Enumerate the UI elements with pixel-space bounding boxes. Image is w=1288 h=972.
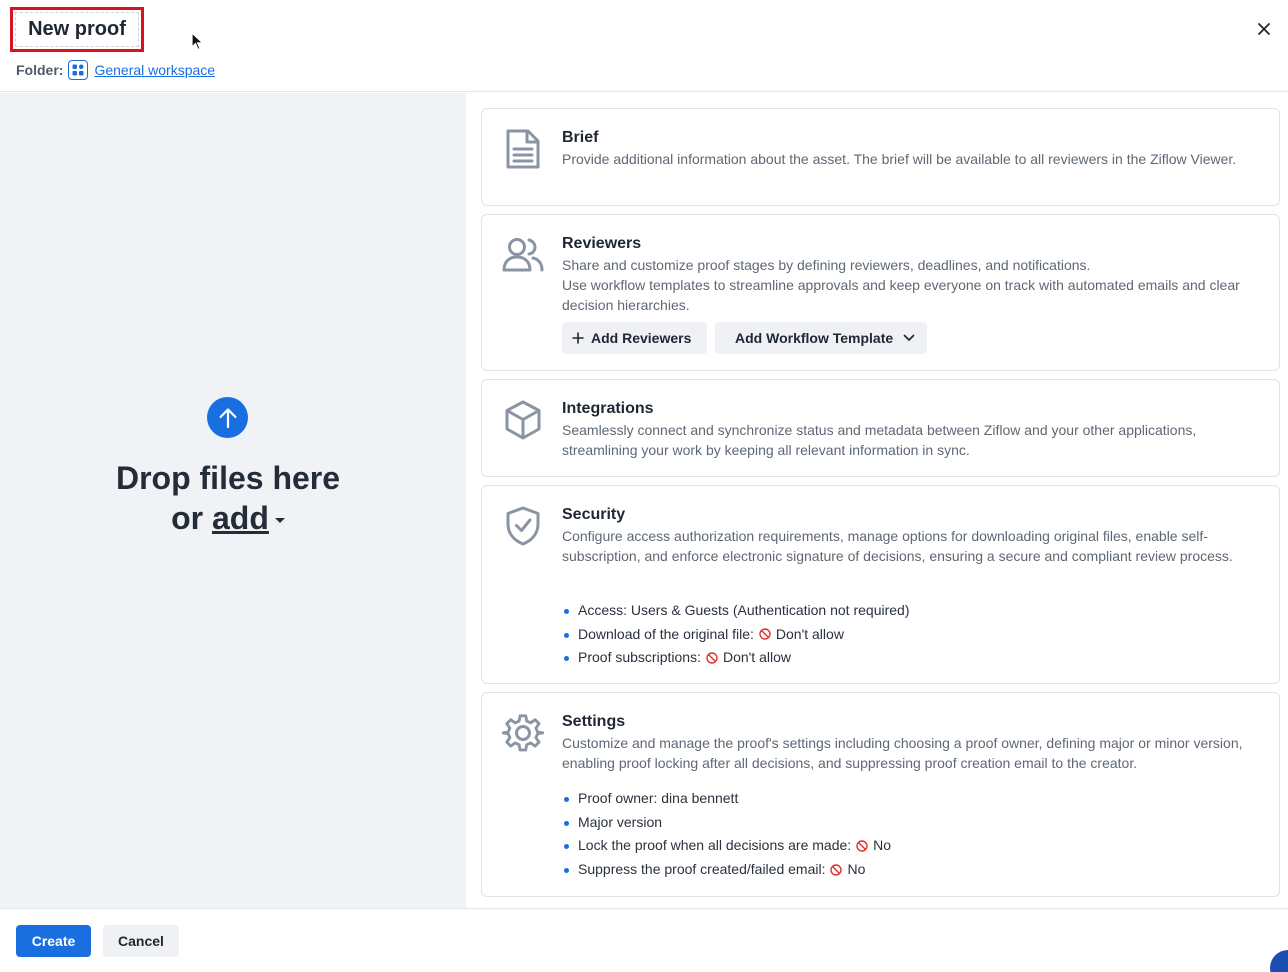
security-access-text: Access: Users & Guests (Authentication n… [578, 602, 910, 618]
list-item: Download of the original file: Don't allo… [562, 623, 909, 647]
title-highlight-box: New proof [10, 7, 144, 52]
settings-card[interactable]: Settings Customize and manage the proof'… [481, 692, 1280, 897]
add-files-link[interactable]: add [212, 500, 269, 536]
drop-or-text: or [171, 500, 212, 536]
integrations-title: Integrations [562, 400, 654, 417]
folder-link[interactable]: General workspace [94, 62, 215, 78]
drop-add-line: or add [0, 500, 456, 537]
security-download-label: Download of the original file: [578, 625, 754, 642]
settings-suppress-label: Suppress the proof created/failed email: [578, 860, 826, 877]
add-reviewers-button[interactable]: Add Reviewers [562, 322, 707, 354]
list-item: Major version [562, 811, 891, 835]
upload-button[interactable] [207, 397, 248, 438]
page-title: New proof [28, 18, 126, 40]
dialog-footer: Create Cancel [0, 908, 1288, 972]
list-item: Proof owner: dina bennett [562, 787, 891, 811]
settings-lock-value: No [873, 837, 892, 854]
prohibited-icon [856, 840, 868, 852]
security-description: Configure access authorization requireme… [562, 528, 1233, 564]
list-item: Proof subscriptions: Don't allow [562, 646, 909, 670]
create-button[interactable]: Create [16, 925, 91, 957]
settings-description: Customize and manage the proof's setting… [562, 735, 1243, 771]
close-button[interactable] [1253, 18, 1275, 40]
prohibited-icon [759, 628, 771, 641]
prohibited-icon [706, 652, 718, 664]
dialog-header: New proof Folder: General workspace [0, 0, 1288, 92]
add-reviewers-label: Add Reviewers [591, 330, 692, 346]
reviewers-description-1: Share and customize proof stages by defi… [562, 257, 1091, 273]
security-settings-list: Access: Users & Guests (Authentication n… [562, 599, 909, 670]
settings-list: Proof owner: dina bennett Major version … [562, 787, 891, 881]
reviewers-description-2: Use workflow templates to streamline app… [562, 277, 1240, 313]
brief-description: Provide additional information about the… [562, 151, 1237, 167]
folder-row: Folder: General workspace [16, 60, 215, 80]
cancel-button[interactable]: Cancel [103, 925, 179, 957]
security-subscriptions-value: Don't allow [722, 649, 791, 666]
list-item: Access: Users & Guests (Authentication n… [562, 599, 909, 623]
cube-icon [502, 399, 544, 441]
brief-title: Brief [562, 129, 599, 146]
reviewers-card[interactable]: Reviewers Share and customize proof stag… [481, 214, 1280, 371]
brief-card[interactable]: Brief Provide additional information abo… [481, 108, 1280, 206]
add-workflow-template-button[interactable]: Add Workflow Template [715, 322, 927, 354]
mouse-cursor-icon [191, 32, 205, 51]
security-subscriptions-label: Proof subscriptions: [578, 649, 701, 666]
grid-folder-icon [68, 60, 89, 80]
reviewers-title: Reviewers [562, 235, 642, 252]
caret-down-icon[interactable] [274, 518, 285, 524]
security-card[interactable]: Security Configure access authorization … [481, 485, 1280, 684]
arrow-up-icon [218, 407, 237, 428]
settings-owner-text: Proof owner: dina bennett [578, 790, 739, 806]
list-item: Lock the proof when all decisions are ma… [562, 834, 891, 858]
shield-check-icon [502, 505, 544, 547]
integrations-description: Seamlessly connect and synchronize statu… [562, 422, 1197, 458]
users-icon [502, 234, 544, 276]
security-title: Security [562, 506, 626, 523]
list-item: Suppress the proof created/failed email:… [562, 858, 891, 882]
security-download-value: Don't allow [775, 625, 844, 642]
drop-files-text: Drop files here [115, 460, 341, 496]
prohibited-icon [830, 863, 843, 876]
add-workflow-label: Add Workflow Template [735, 330, 894, 346]
settings-title: Settings [562, 713, 626, 730]
settings-suppress-value: No [847, 860, 866, 877]
settings-version-text: Major version [578, 813, 663, 830]
close-icon [1258, 23, 1270, 35]
gear-icon [502, 712, 544, 754]
plus-icon [572, 332, 584, 344]
integrations-card[interactable]: Integrations Seamlessly connect and sync… [481, 379, 1280, 477]
chevron-down-icon [903, 334, 915, 341]
document-icon [502, 128, 544, 170]
title-field[interactable]: New proof [15, 12, 139, 47]
folder-label: Folder: [16, 62, 64, 78]
settings-lock-label: Lock the proof when all decisions are ma… [578, 837, 852, 854]
